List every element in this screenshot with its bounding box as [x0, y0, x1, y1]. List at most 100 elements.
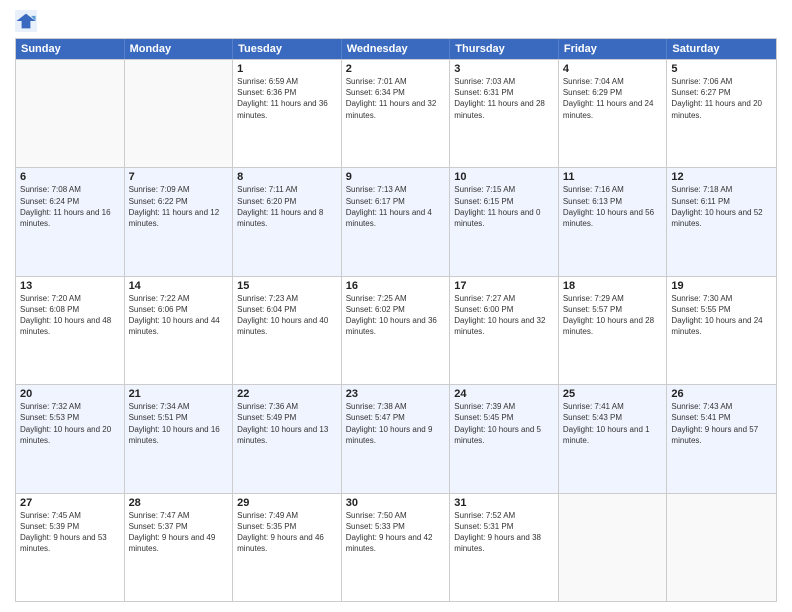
day-cell-29: 29Sunrise: 7:49 AM Sunset: 5:35 PM Dayli…	[233, 494, 342, 601]
day-info: Sunrise: 7:36 AM Sunset: 5:49 PM Dayligh…	[237, 401, 337, 446]
day-info: Sunrise: 7:18 AM Sunset: 6:11 PM Dayligh…	[671, 184, 772, 229]
day-number: 12	[671, 171, 772, 183]
day-number: 11	[563, 171, 663, 183]
day-info: Sunrise: 7:50 AM Sunset: 5:33 PM Dayligh…	[346, 510, 446, 555]
calendar-row-1: 1Sunrise: 6:59 AM Sunset: 6:36 PM Daylig…	[16, 59, 776, 167]
day-cell-25: 25Sunrise: 7:41 AM Sunset: 5:43 PM Dayli…	[559, 385, 668, 492]
day-info: Sunrise: 7:49 AM Sunset: 5:35 PM Dayligh…	[237, 510, 337, 555]
day-number: 13	[20, 280, 120, 292]
day-info: Sunrise: 7:45 AM Sunset: 5:39 PM Dayligh…	[20, 510, 120, 555]
logo-icon	[15, 10, 37, 32]
day-cell-16: 16Sunrise: 7:25 AM Sunset: 6:02 PM Dayli…	[342, 277, 451, 384]
day-cell-21: 21Sunrise: 7:34 AM Sunset: 5:51 PM Dayli…	[125, 385, 234, 492]
day-cell-13: 13Sunrise: 7:20 AM Sunset: 6:08 PM Dayli…	[16, 277, 125, 384]
logo	[15, 10, 40, 32]
day-info: Sunrise: 7:09 AM Sunset: 6:22 PM Dayligh…	[129, 184, 229, 229]
day-cell-7: 7Sunrise: 7:09 AM Sunset: 6:22 PM Daylig…	[125, 168, 234, 275]
day-number: 25	[563, 388, 663, 400]
day-number: 30	[346, 497, 446, 509]
calendar-row-4: 20Sunrise: 7:32 AM Sunset: 5:53 PM Dayli…	[16, 384, 776, 492]
day-info: Sunrise: 7:32 AM Sunset: 5:53 PM Dayligh…	[20, 401, 120, 446]
day-number: 17	[454, 280, 554, 292]
day-cell-8: 8Sunrise: 7:11 AM Sunset: 6:20 PM Daylig…	[233, 168, 342, 275]
day-info: Sunrise: 7:38 AM Sunset: 5:47 PM Dayligh…	[346, 401, 446, 446]
day-number: 28	[129, 497, 229, 509]
day-number: 2	[346, 63, 446, 75]
day-info: Sunrise: 7:43 AM Sunset: 5:41 PM Dayligh…	[671, 401, 772, 446]
header-day-wednesday: Wednesday	[342, 39, 451, 59]
day-cell-18: 18Sunrise: 7:29 AM Sunset: 5:57 PM Dayli…	[559, 277, 668, 384]
day-info: Sunrise: 7:23 AM Sunset: 6:04 PM Dayligh…	[237, 293, 337, 338]
day-number: 29	[237, 497, 337, 509]
day-cell-22: 22Sunrise: 7:36 AM Sunset: 5:49 PM Dayli…	[233, 385, 342, 492]
day-info: Sunrise: 7:29 AM Sunset: 5:57 PM Dayligh…	[563, 293, 663, 338]
day-cell-14: 14Sunrise: 7:22 AM Sunset: 6:06 PM Dayli…	[125, 277, 234, 384]
day-number: 26	[671, 388, 772, 400]
empty-cell	[125, 60, 234, 167]
day-cell-12: 12Sunrise: 7:18 AM Sunset: 6:11 PM Dayli…	[667, 168, 776, 275]
header-day-friday: Friday	[559, 39, 668, 59]
day-cell-31: 31Sunrise: 7:52 AM Sunset: 5:31 PM Dayli…	[450, 494, 559, 601]
day-number: 3	[454, 63, 554, 75]
day-info: Sunrise: 7:13 AM Sunset: 6:17 PM Dayligh…	[346, 184, 446, 229]
day-cell-11: 11Sunrise: 7:16 AM Sunset: 6:13 PM Dayli…	[559, 168, 668, 275]
day-cell-19: 19Sunrise: 7:30 AM Sunset: 5:55 PM Dayli…	[667, 277, 776, 384]
empty-cell	[667, 494, 776, 601]
header-day-thursday: Thursday	[450, 39, 559, 59]
calendar-row-3: 13Sunrise: 7:20 AM Sunset: 6:08 PM Dayli…	[16, 276, 776, 384]
calendar-row-5: 27Sunrise: 7:45 AM Sunset: 5:39 PM Dayli…	[16, 493, 776, 601]
day-cell-17: 17Sunrise: 7:27 AM Sunset: 6:00 PM Dayli…	[450, 277, 559, 384]
day-cell-9: 9Sunrise: 7:13 AM Sunset: 6:17 PM Daylig…	[342, 168, 451, 275]
day-number: 7	[129, 171, 229, 183]
day-number: 5	[671, 63, 772, 75]
day-cell-30: 30Sunrise: 7:50 AM Sunset: 5:33 PM Dayli…	[342, 494, 451, 601]
day-cell-15: 15Sunrise: 7:23 AM Sunset: 6:04 PM Dayli…	[233, 277, 342, 384]
day-cell-1: 1Sunrise: 6:59 AM Sunset: 6:36 PM Daylig…	[233, 60, 342, 167]
day-cell-6: 6Sunrise: 7:08 AM Sunset: 6:24 PM Daylig…	[16, 168, 125, 275]
day-number: 22	[237, 388, 337, 400]
day-cell-28: 28Sunrise: 7:47 AM Sunset: 5:37 PM Dayli…	[125, 494, 234, 601]
calendar: SundayMondayTuesdayWednesdayThursdayFrid…	[15, 38, 777, 602]
day-number: 10	[454, 171, 554, 183]
day-number: 6	[20, 171, 120, 183]
day-info: Sunrise: 7:01 AM Sunset: 6:34 PM Dayligh…	[346, 76, 446, 121]
day-cell-24: 24Sunrise: 7:39 AM Sunset: 5:45 PM Dayli…	[450, 385, 559, 492]
day-number: 31	[454, 497, 554, 509]
day-cell-27: 27Sunrise: 7:45 AM Sunset: 5:39 PM Dayli…	[16, 494, 125, 601]
day-info: Sunrise: 7:03 AM Sunset: 6:31 PM Dayligh…	[454, 76, 554, 121]
page: SundayMondayTuesdayWednesdayThursdayFrid…	[0, 0, 792, 612]
day-info: Sunrise: 7:08 AM Sunset: 6:24 PM Dayligh…	[20, 184, 120, 229]
day-number: 15	[237, 280, 337, 292]
day-info: Sunrise: 7:39 AM Sunset: 5:45 PM Dayligh…	[454, 401, 554, 446]
day-number: 20	[20, 388, 120, 400]
day-number: 8	[237, 171, 337, 183]
day-cell-10: 10Sunrise: 7:15 AM Sunset: 6:15 PM Dayli…	[450, 168, 559, 275]
day-info: Sunrise: 7:22 AM Sunset: 6:06 PM Dayligh…	[129, 293, 229, 338]
header	[15, 10, 777, 32]
day-cell-26: 26Sunrise: 7:43 AM Sunset: 5:41 PM Dayli…	[667, 385, 776, 492]
day-info: Sunrise: 7:47 AM Sunset: 5:37 PM Dayligh…	[129, 510, 229, 555]
empty-cell	[16, 60, 125, 167]
header-day-saturday: Saturday	[667, 39, 776, 59]
calendar-row-2: 6Sunrise: 7:08 AM Sunset: 6:24 PM Daylig…	[16, 167, 776, 275]
day-number: 18	[563, 280, 663, 292]
day-number: 9	[346, 171, 446, 183]
header-day-sunday: Sunday	[16, 39, 125, 59]
day-info: Sunrise: 7:11 AM Sunset: 6:20 PM Dayligh…	[237, 184, 337, 229]
day-info: Sunrise: 7:25 AM Sunset: 6:02 PM Dayligh…	[346, 293, 446, 338]
day-info: Sunrise: 7:04 AM Sunset: 6:29 PM Dayligh…	[563, 76, 663, 121]
day-info: Sunrise: 7:06 AM Sunset: 6:27 PM Dayligh…	[671, 76, 772, 121]
calendar-header: SundayMondayTuesdayWednesdayThursdayFrid…	[16, 39, 776, 59]
day-cell-23: 23Sunrise: 7:38 AM Sunset: 5:47 PM Dayli…	[342, 385, 451, 492]
day-info: Sunrise: 7:30 AM Sunset: 5:55 PM Dayligh…	[671, 293, 772, 338]
day-number: 1	[237, 63, 337, 75]
day-info: Sunrise: 7:52 AM Sunset: 5:31 PM Dayligh…	[454, 510, 554, 555]
day-number: 19	[671, 280, 772, 292]
day-info: Sunrise: 7:41 AM Sunset: 5:43 PM Dayligh…	[563, 401, 663, 446]
day-cell-20: 20Sunrise: 7:32 AM Sunset: 5:53 PM Dayli…	[16, 385, 125, 492]
day-cell-5: 5Sunrise: 7:06 AM Sunset: 6:27 PM Daylig…	[667, 60, 776, 167]
day-cell-4: 4Sunrise: 7:04 AM Sunset: 6:29 PM Daylig…	[559, 60, 668, 167]
day-info: Sunrise: 7:15 AM Sunset: 6:15 PM Dayligh…	[454, 184, 554, 229]
day-info: Sunrise: 7:34 AM Sunset: 5:51 PM Dayligh…	[129, 401, 229, 446]
day-number: 24	[454, 388, 554, 400]
